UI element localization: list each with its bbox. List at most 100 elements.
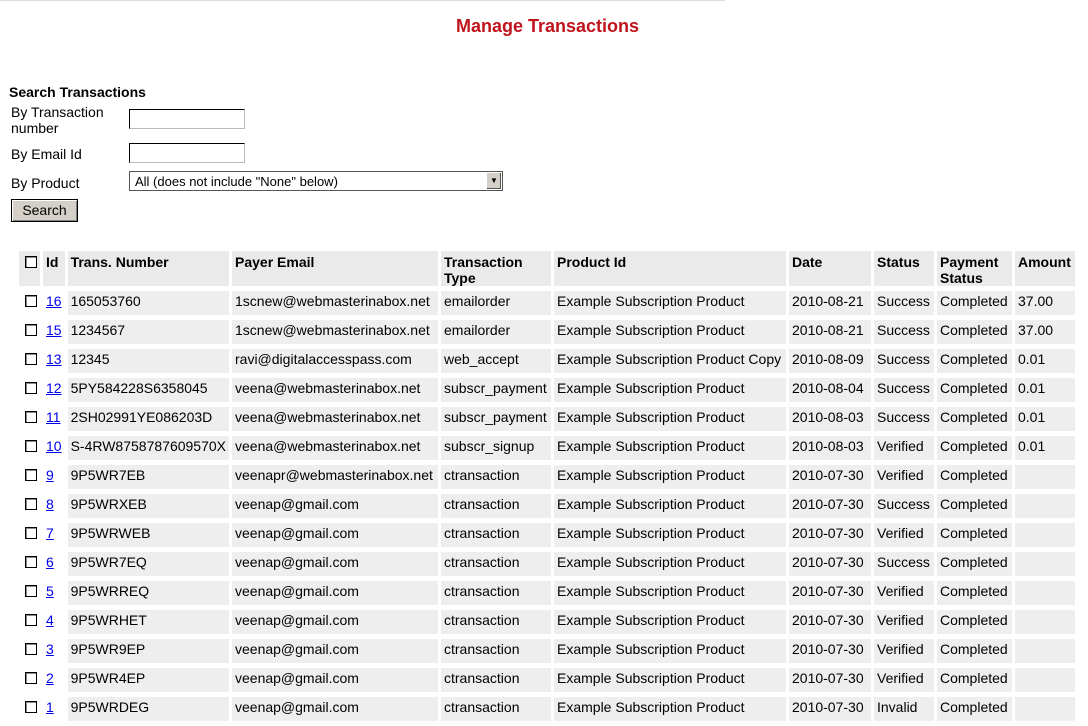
transaction-id-link[interactable]: 3 [46, 641, 54, 657]
cell-trans-number: 12345 [67, 349, 229, 373]
header-payer-email: Payer Email [232, 251, 438, 286]
cell-transaction-type: ctransaction [441, 668, 551, 692]
cell-payment-status: Completed [937, 552, 1012, 576]
row-checkbox[interactable] [25, 324, 37, 336]
cell-date: 2010-07-30 [789, 610, 871, 634]
cell-payer-email: 1scnew@webmasterinabox.net [232, 291, 438, 315]
cell-select [19, 552, 40, 576]
cell-amount [1015, 494, 1075, 518]
cell-payment-status: Completed [937, 407, 1012, 431]
cell-payment-status: Completed [937, 639, 1012, 663]
row-checkbox[interactable] [25, 527, 37, 539]
transaction-id-link[interactable]: 15 [46, 322, 62, 338]
cell-amount [1015, 465, 1075, 489]
search-button[interactable]: Search [11, 199, 78, 222]
transaction-id-link[interactable]: 5 [46, 583, 54, 599]
cell-trans-number: 5PY584228S6358045 [67, 378, 229, 402]
row-checkbox[interactable] [25, 469, 37, 481]
cell-id: 3 [43, 639, 65, 663]
cell-payment-status: Completed [937, 320, 1012, 344]
transaction-id-link[interactable]: 10 [46, 438, 62, 454]
row-checkbox[interactable] [25, 498, 37, 510]
cell-id: 1 [43, 697, 65, 721]
table-row: 13 12345 ravi@digitalaccesspass.com web_acc… [19, 349, 1075, 373]
cell-select [19, 494, 40, 518]
email-id-input[interactable] [129, 143, 245, 163]
table-row: 6 9P5WR7EQ veenap@gmail.com ctransaction Exa… [19, 552, 1075, 576]
row-checkbox[interactable] [25, 382, 37, 394]
cell-payer-email: veenapr@webmasterinabox.net [232, 465, 438, 489]
header-payment-status: Payment Status [937, 251, 1012, 286]
table-row: 8 9P5WRXEB veenap@gmail.com ctransaction Exa… [19, 494, 1075, 518]
transaction-id-link[interactable]: 1 [46, 699, 54, 715]
cell-id: 13 [43, 349, 65, 373]
transaction-id-link[interactable]: 13 [46, 351, 62, 367]
row-checkbox[interactable] [25, 643, 37, 655]
table-row: 5 9P5WRREQ veenap@gmail.com ctransaction Exa… [19, 581, 1075, 605]
transaction-id-link[interactable]: 4 [46, 612, 54, 628]
cell-amount [1015, 639, 1075, 663]
cell-payment-status: Completed [937, 465, 1012, 489]
cell-transaction-type: ctransaction [441, 581, 551, 605]
cell-date: 2010-07-30 [789, 581, 871, 605]
transaction-id-link[interactable]: 16 [46, 293, 62, 309]
cell-payer-email: veena@webmasterinabox.net [232, 378, 438, 402]
cell-product-id: Example Subscription Product [554, 610, 786, 634]
row-checkbox[interactable] [25, 440, 37, 452]
transaction-id-link[interactable]: 6 [46, 554, 54, 570]
cell-product-id: Example Subscription Product [554, 697, 786, 721]
cell-select [19, 581, 40, 605]
cell-status: Verified [874, 465, 934, 489]
row-checkbox[interactable] [25, 672, 37, 684]
cell-date: 2010-08-21 [789, 291, 871, 315]
cell-transaction-type: web_accept [441, 349, 551, 373]
cell-select [19, 697, 40, 721]
cell-id: 6 [43, 552, 65, 576]
cell-payer-email: veenap@gmail.com [232, 552, 438, 576]
cell-select [19, 523, 40, 547]
cell-transaction-type: ctransaction [441, 523, 551, 547]
cell-date: 2010-08-03 [789, 407, 871, 431]
transaction-id-link[interactable]: 12 [46, 380, 62, 396]
cell-date: 2010-07-30 [789, 465, 871, 489]
table-row: 9 9P5WR7EB veenapr@webmasterinabox.net ctra… [19, 465, 1075, 489]
transaction-number-input[interactable] [129, 109, 245, 129]
row-checkbox[interactable] [25, 411, 37, 423]
cell-transaction-type: subscr_payment [441, 407, 551, 431]
product-select[interactable]: All (does not include "None" below) ▼ [129, 171, 503, 191]
row-checkbox[interactable] [25, 353, 37, 365]
row-checkbox[interactable] [25, 295, 37, 307]
transaction-id-link[interactable]: 8 [46, 496, 54, 512]
cell-product-id: Example Subscription Product [554, 581, 786, 605]
transaction-id-link[interactable]: 7 [46, 525, 54, 541]
table-row: 12 5PY584228S6358045 veena@webmasterinabox… [19, 378, 1075, 402]
transaction-id-link[interactable]: 9 [46, 467, 54, 483]
cell-status: Verified [874, 523, 934, 547]
cell-payment-status: Completed [937, 378, 1012, 402]
cell-select [19, 465, 40, 489]
cell-amount: 37.00 [1015, 291, 1075, 315]
cell-status: Success [874, 320, 934, 344]
cell-date: 2010-08-03 [789, 436, 871, 460]
row-checkbox[interactable] [25, 701, 37, 713]
cell-payment-status: Completed [937, 494, 1012, 518]
cell-status: Success [874, 552, 934, 576]
cell-trans-number: 9P5WRREQ [67, 581, 229, 605]
row-checkbox[interactable] [25, 585, 37, 597]
select-all-checkbox[interactable] [25, 256, 37, 268]
table-row: 2 9P5WR4EP veenap@gmail.com ctransaction Exa… [19, 668, 1075, 692]
row-checkbox[interactable] [25, 556, 37, 568]
cell-payment-status: Completed [937, 697, 1012, 721]
cell-status: Verified [874, 610, 934, 634]
row-checkbox[interactable] [25, 614, 37, 626]
cell-payer-email: veenap@gmail.com [232, 523, 438, 547]
cell-trans-number: 9P5WRDEG [67, 697, 229, 721]
cell-select [19, 291, 40, 315]
chevron-down-icon[interactable]: ▼ [486, 173, 501, 189]
cell-transaction-type: emailorder [441, 291, 551, 315]
cell-id: 12 [43, 378, 65, 402]
transaction-id-link[interactable]: 2 [46, 670, 54, 686]
email-id-label: By Email Id [11, 146, 82, 162]
transaction-id-link[interactable]: 11 [46, 409, 61, 425]
cell-product-id: Example Subscription Product [554, 378, 786, 402]
